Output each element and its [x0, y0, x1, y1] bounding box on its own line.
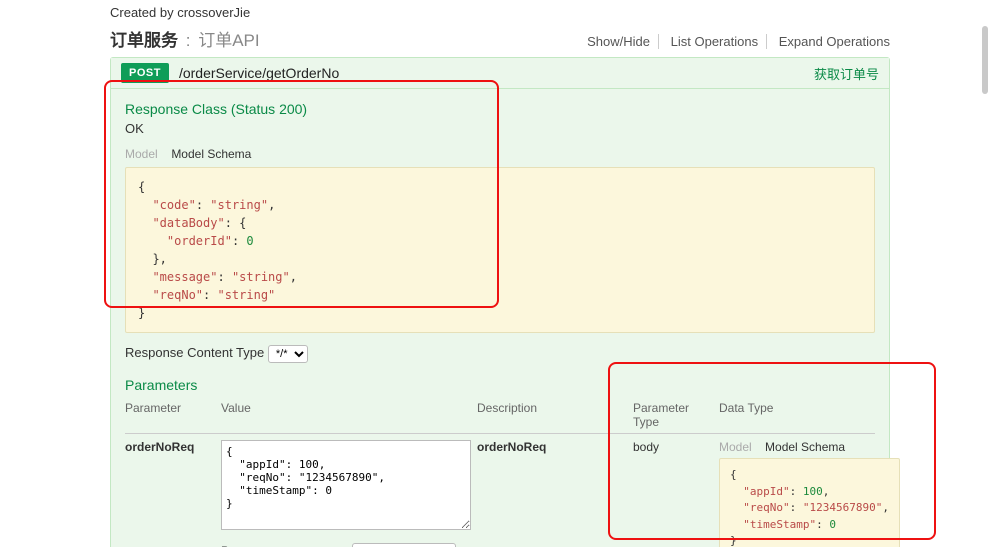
- datatype-schema[interactable]: { "appId": 100, "reqNo": "1234567890", "…: [719, 458, 900, 547]
- ops-links: Show/Hide List Operations Expand Operati…: [579, 34, 890, 49]
- response-content-type-select[interactable]: */*: [268, 345, 308, 363]
- param-description: orderNoReq: [477, 440, 627, 547]
- created-by: Created by crossoverJie: [110, 5, 890, 20]
- response-tabs: Model Model Schema: [125, 146, 875, 161]
- col-datatype: Data Type: [719, 401, 875, 429]
- dt-tab-model[interactable]: Model: [719, 440, 752, 454]
- col-description: Description: [477, 401, 627, 429]
- tab-model-schema[interactable]: Model Schema: [171, 147, 251, 161]
- param-type: body: [633, 440, 713, 547]
- operation-path: /orderService/getOrderNo: [179, 65, 814, 81]
- param-content-type-row: Parameter content type: application/json: [221, 543, 471, 547]
- service-api: 订单API: [198, 31, 259, 50]
- service-title: 订单服务 : 订单API: [110, 26, 260, 51]
- col-value: Value: [221, 401, 471, 429]
- param-value-textarea[interactable]: [221, 440, 471, 530]
- service-name: 订单服务: [110, 31, 178, 50]
- param-value-cell: Parameter content type: application/json: [221, 440, 471, 547]
- operation-block: POST /orderService/getOrderNo 获取订单号 Resp…: [110, 57, 890, 547]
- param-name: orderNoReq: [125, 440, 215, 547]
- parameters-header-row: Parameter Value Description Parameter Ty…: [125, 397, 875, 434]
- list-operations-link[interactable]: List Operations: [663, 34, 767, 49]
- operation-summary: 获取订单号: [814, 64, 879, 83]
- col-type: Parameter Type: [633, 401, 713, 429]
- parameter-row: orderNoReq Parameter content type: appli…: [125, 434, 875, 547]
- expand-operations-link[interactable]: Expand Operations: [771, 34, 890, 49]
- tab-model[interactable]: Model: [125, 147, 158, 161]
- scrollbar-thumb[interactable]: [982, 26, 988, 94]
- response-content-type-label: Response Content Type: [125, 345, 264, 360]
- response-class-title: Response Class (Status 200): [125, 101, 875, 117]
- param-content-type-select[interactable]: application/json: [352, 543, 456, 547]
- dt-tab-model-schema[interactable]: Model Schema: [765, 440, 845, 454]
- parameters-title: Parameters: [125, 377, 875, 393]
- response-ok: OK: [125, 121, 875, 136]
- show-hide-link[interactable]: Show/Hide: [579, 34, 659, 49]
- response-schema: { "code": "string", "dataBody": { "order…: [125, 167, 875, 333]
- response-content-type-row: Response Content Type */*: [125, 345, 875, 363]
- method-badge: POST: [121, 63, 169, 83]
- col-parameter: Parameter: [125, 401, 215, 429]
- param-datatype-cell: Model Model Schema { "appId": 100, "reqN…: [719, 440, 900, 547]
- service-sep: :: [186, 31, 191, 50]
- operation-header[interactable]: POST /orderService/getOrderNo 获取订单号: [111, 58, 889, 89]
